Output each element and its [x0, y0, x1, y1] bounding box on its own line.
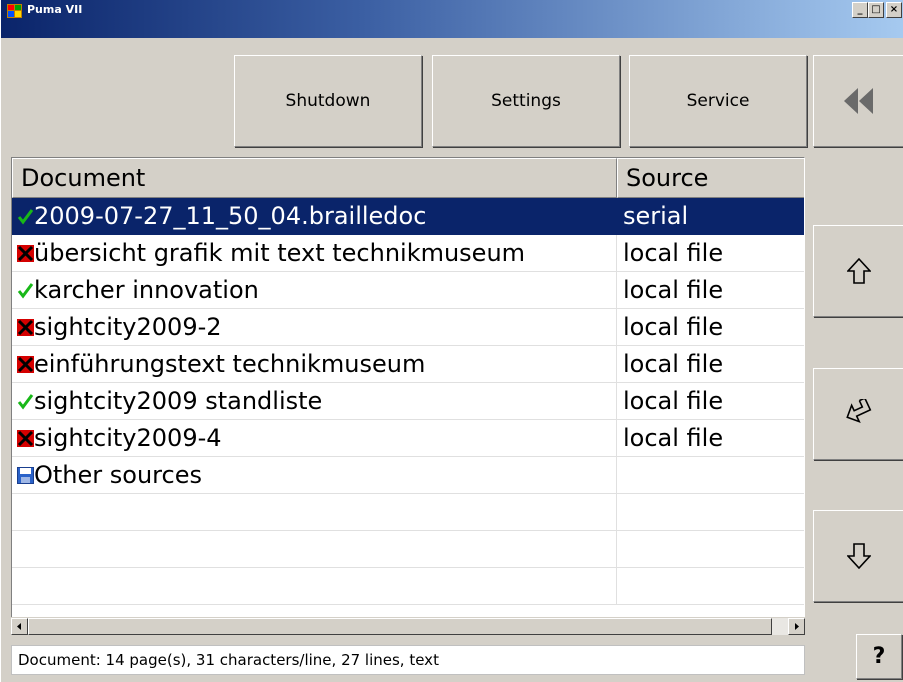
document-name: übersicht grafik mit text technikmuseum	[34, 239, 526, 267]
document-name: 2009-07-27_11_50_04.brailledoc	[34, 202, 427, 230]
source-cell: local file	[616, 346, 804, 382]
arrow-up-icon	[846, 258, 871, 284]
scroll-left-icon	[17, 623, 21, 630]
help-label: ?	[872, 644, 886, 669]
document-cell: sightcity2009-2	[12, 309, 616, 345]
scroll-thumb[interactable]	[28, 618, 772, 635]
source-cell: serial	[616, 198, 804, 234]
settings-label: Settings	[491, 91, 561, 111]
source-cell: local file	[616, 309, 804, 345]
scroll-right-icon	[795, 623, 799, 630]
window-title: Puma VII	[27, 3, 83, 16]
scroll-right-button[interactable]	[788, 618, 805, 635]
cross-icon	[17, 310, 34, 336]
document-name: sightcity2009-2	[34, 313, 222, 341]
empty-row	[12, 568, 804, 605]
document-name: einführungstext technikmuseum	[34, 350, 426, 378]
application-window: Puma VII _ □ × Shutdown Settings Service…	[0, 0, 903, 682]
minimize-button[interactable]: _	[852, 2, 868, 18]
empty-cell	[616, 494, 804, 530]
check-icon	[17, 273, 34, 299]
rewind-icon	[843, 88, 873, 114]
scroll-down-button[interactable]	[813, 510, 903, 602]
source-cell: local file	[616, 272, 804, 308]
document-name: sightcity2009-4	[34, 424, 222, 452]
scroll-left-button[interactable]	[11, 618, 28, 635]
status-bar: Document: 14 page(s), 31 characters/line…	[11, 645, 805, 675]
shutdown-button[interactable]: Shutdown	[234, 55, 422, 147]
check-icon	[17, 384, 34, 410]
document-cell: einführungstext technikmuseum	[12, 346, 616, 382]
cross-icon	[17, 421, 34, 447]
horizontal-scrollbar[interactable]	[11, 617, 805, 635]
empty-cell	[616, 531, 804, 567]
source-cell: local file	[616, 235, 804, 271]
source-cell: local file	[616, 383, 804, 419]
document-list[interactable]: Document Source 2009-07-27_11_50_04.brai…	[11, 157, 805, 619]
document-name: karcher innovation	[34, 276, 259, 304]
floppy-disk-icon	[17, 458, 34, 484]
document-cell: übersicht grafik mit text technikmuseum	[12, 235, 616, 271]
check-icon	[17, 199, 34, 225]
list-item[interactable]: 2009-07-27_11_50_04.brailledoc serial	[12, 198, 804, 235]
help-button[interactable]: ?	[856, 634, 902, 679]
column-header-document[interactable]: Document	[12, 158, 617, 198]
list-item[interactable]: einführungstext technikmuseum local file	[12, 346, 804, 383]
arrow-down-icon	[846, 543, 871, 569]
empty-cell	[616, 568, 804, 604]
empty-row	[12, 494, 804, 531]
scroll-up-button[interactable]	[813, 225, 903, 317]
title-bar[interactable]: Puma VII _ □ ×	[1, 0, 903, 38]
source-cell	[616, 457, 804, 493]
list-item[interactable]: sightcity2009-2 local file	[12, 309, 804, 346]
list-item[interactable]: Other sources	[12, 457, 804, 494]
list-item[interactable]: übersicht grafik mit text technikmuseum l…	[12, 235, 804, 272]
document-cell: karcher innovation	[12, 272, 616, 308]
enter-icon	[845, 399, 871, 424]
document-name: sightcity2009 standliste	[34, 387, 323, 415]
document-cell: 2009-07-27_11_50_04.brailledoc	[12, 198, 616, 234]
document-cell: sightcity2009 standliste	[12, 383, 616, 419]
document-cell: sightcity2009-4	[12, 420, 616, 456]
service-label: Service	[686, 91, 750, 111]
list-item[interactable]: sightcity2009 standliste local file	[12, 383, 804, 420]
enter-button[interactable]	[813, 368, 903, 460]
column-header-source[interactable]: Source	[617, 158, 804, 198]
service-button[interactable]: Service	[629, 55, 807, 147]
list-item[interactable]: karcher innovation local file	[12, 272, 804, 309]
settings-button[interactable]: Settings	[432, 55, 620, 147]
empty-row	[12, 531, 804, 568]
shutdown-label: Shutdown	[285, 91, 371, 111]
source-cell: local file	[616, 420, 804, 456]
list-item[interactable]: sightcity2009-4 local file	[12, 420, 804, 457]
back-button[interactable]	[813, 55, 903, 147]
cross-icon	[17, 236, 34, 262]
close-button[interactable]: ×	[886, 2, 902, 18]
document-cell: Other sources	[12, 457, 616, 493]
maximize-button[interactable]: □	[868, 2, 884, 18]
app-icon	[7, 4, 22, 18]
cross-icon	[17, 347, 34, 373]
document-name: Other sources	[34, 461, 202, 489]
